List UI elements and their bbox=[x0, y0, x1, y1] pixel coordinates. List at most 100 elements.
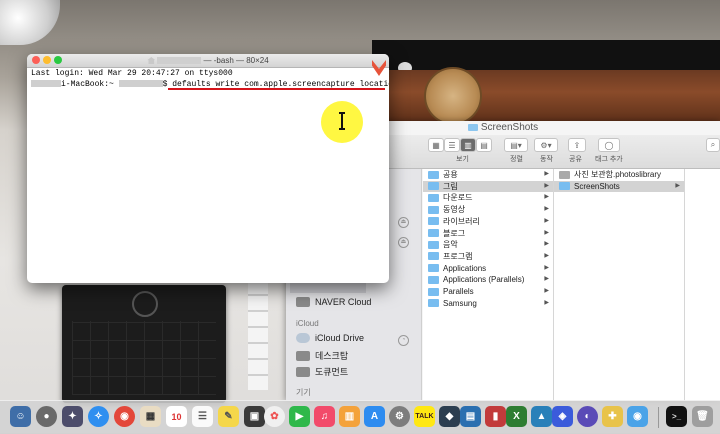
action-button[interactable]: ⚙▾ bbox=[534, 138, 558, 152]
finder-icon[interactable]: ☺ bbox=[10, 406, 31, 427]
ibooks-icon[interactable]: ▥ bbox=[339, 406, 360, 427]
drawing-tablet bbox=[62, 285, 226, 403]
list-item[interactable]: 그림 ▶ bbox=[423, 180, 553, 192]
search-button[interactable]: ⌕ bbox=[706, 138, 720, 152]
icon-view-button[interactable]: ▦ bbox=[428, 138, 444, 152]
app-store-icon[interactable]: A bbox=[364, 406, 385, 427]
chevron-right-icon: ▶ bbox=[544, 217, 549, 224]
kakaotalk-icon[interactable]: TALK bbox=[414, 406, 435, 427]
kakaotalk-label: TALK bbox=[415, 413, 434, 420]
notes-icon[interactable]: ✎ bbox=[218, 406, 239, 427]
terminal-output[interactable]: Last login: Wed Mar 29 20:47:27 on ttys0… bbox=[31, 69, 389, 90]
list-item-label: 음악 bbox=[443, 240, 458, 250]
list-view-button[interactable]: ☰ bbox=[444, 138, 460, 152]
chevron-right-icon: ▶ bbox=[544, 171, 549, 177]
calendar-icon[interactable]: 10 bbox=[166, 406, 187, 427]
app-icon[interactable]: ◐ bbox=[577, 406, 598, 427]
chevron-right-icon: ▶ bbox=[675, 182, 680, 189]
share-label: 공유 bbox=[569, 156, 582, 163]
photos-library-icon bbox=[559, 170, 570, 179]
share-button[interactable]: ⇪ bbox=[568, 138, 586, 152]
list-item[interactable]: 음악 ▶ bbox=[423, 239, 553, 250]
sidebar-item-label: iCloud Drive bbox=[315, 333, 365, 343]
folder-icon bbox=[296, 297, 310, 307]
list-item-label: Parallels bbox=[443, 287, 474, 296]
app-icon[interactable]: ◉ bbox=[627, 406, 648, 427]
list-item[interactable]: Samsung ▶ bbox=[423, 298, 553, 309]
app-icon[interactable]: ▣ bbox=[244, 406, 265, 427]
contacts-icon[interactable]: ▦ bbox=[140, 406, 161, 427]
keyboard bbox=[248, 280, 268, 390]
siri-icon[interactable]: ● bbox=[36, 406, 57, 427]
safari-icon[interactable]: ✧ bbox=[88, 406, 109, 427]
list-item-label: 그림 bbox=[443, 181, 458, 191]
chevron-right-icon: ▶ bbox=[544, 252, 549, 259]
sidebar-item-documents[interactable]: 도큐먼트 bbox=[296, 365, 348, 378]
redacted-username bbox=[157, 57, 202, 64]
zoom-button[interactable] bbox=[54, 56, 62, 64]
itunes-icon[interactable]: ♫ bbox=[314, 406, 335, 427]
terminal-window[interactable]: — -bash — 80×24 Last login: Wed Mar 29 2… bbox=[27, 54, 389, 283]
terminal-icon[interactable]: >_ bbox=[666, 406, 687, 427]
trash-icon[interactable]: 🗑 bbox=[692, 406, 713, 427]
command-highlight-underline bbox=[168, 88, 385, 90]
folder-icon bbox=[428, 182, 439, 191]
app-icon[interactable]: ▮ bbox=[485, 406, 506, 427]
app-icon[interactable]: ▤ bbox=[460, 406, 481, 427]
sidebar-item-naver-cloud[interactable]: NAVER Cloud bbox=[296, 297, 371, 307]
system-preferences-icon[interactable]: ⚙ bbox=[389, 406, 410, 427]
arrange-label: 정렬 bbox=[510, 156, 523, 163]
minimize-button[interactable] bbox=[43, 56, 51, 64]
sidebar-item-icloud-drive[interactable]: iCloud Drive bbox=[296, 333, 364, 343]
folder-icon bbox=[467, 124, 478, 131]
column-view-button[interactable]: ▥ bbox=[460, 138, 476, 152]
close-button[interactable] bbox=[32, 56, 40, 64]
list-item[interactable]: 라이브러리 ▶ bbox=[423, 216, 553, 227]
list-item[interactable]: 다운로드 ▶ bbox=[423, 192, 553, 203]
dock-separator bbox=[658, 407, 659, 428]
sidebar-item-desktop[interactable]: 데스크탑 bbox=[296, 349, 348, 362]
calendar-day: 10 bbox=[171, 411, 182, 422]
chevron-right-icon: ▶ bbox=[544, 229, 549, 236]
list-item-label: 다운로드 bbox=[443, 193, 473, 203]
list-item[interactable]: 공용 ▶ bbox=[423, 169, 553, 180]
chrome-icon[interactable]: ◉ bbox=[114, 406, 135, 427]
gallery-view-button[interactable]: ▤ bbox=[476, 138, 492, 152]
list-item[interactable]: Applications ▶ bbox=[423, 263, 553, 274]
reminders-icon[interactable]: ☰ bbox=[192, 406, 213, 427]
excel-icon[interactable]: X bbox=[506, 406, 527, 427]
list-item[interactable]: Applications (Parallels) ▶ bbox=[423, 274, 553, 285]
sidebar-heading-devices: 기기 bbox=[296, 388, 311, 397]
keynote-icon[interactable]: ▲ bbox=[531, 406, 552, 427]
finder-column-2: 사진 보관함.photoslibrary ScreenShots ▶ bbox=[554, 169, 685, 401]
list-item-label: Samsung bbox=[443, 298, 477, 308]
cloud-icon bbox=[296, 333, 310, 343]
arrange-button[interactable]: ▤▾ bbox=[504, 138, 528, 152]
eject-icon[interactable]: ⏏ bbox=[398, 237, 409, 248]
app-icon[interactable]: ◈ bbox=[552, 406, 573, 427]
facetime-icon[interactable]: ▶ bbox=[289, 406, 310, 427]
list-item[interactable]: 사진 보관함.photoslibrary bbox=[554, 169, 684, 180]
app-icon[interactable]: ◆ bbox=[439, 406, 460, 427]
launchpad-icon[interactable]: ✦ bbox=[62, 406, 83, 427]
redacted-host bbox=[31, 80, 61, 87]
list-item[interactable]: 블로그 ▶ bbox=[423, 228, 553, 239]
photos-icon[interactable]: ✿ bbox=[264, 406, 285, 427]
home-icon bbox=[147, 57, 156, 64]
dock: ☺ ● ✦ ✧ ◉ ▦ 10 ☰ ✎ ▣ ✿ ▶ ♫ ▥ A ⚙ TALK ◆ … bbox=[0, 400, 720, 434]
list-item[interactable]: 동영상 ▶ bbox=[423, 204, 553, 215]
list-item-label: 공용 bbox=[443, 170, 458, 179]
list-item[interactable]: ScreenShots ▶ bbox=[554, 180, 684, 192]
sidebar-item-label: 데스크탑 bbox=[315, 351, 349, 361]
tags-button[interactable]: ◯ bbox=[598, 138, 620, 152]
eject-icon[interactable]: ⏏ bbox=[398, 217, 409, 228]
app-icon[interactable]: ✚ bbox=[602, 406, 623, 427]
list-item-label: 블로그 bbox=[443, 228, 466, 238]
chevron-right-icon: ▶ bbox=[544, 299, 549, 306]
finder-column-3 bbox=[685, 169, 720, 401]
list-item[interactable]: 프로그램 ▶ bbox=[423, 251, 553, 262]
list-item[interactable]: Parallels ▶ bbox=[423, 286, 553, 297]
list-item-label: 사진 보관함.photoslibrary bbox=[574, 170, 662, 179]
chevron-right-icon: ▶ bbox=[544, 264, 549, 271]
folder-icon bbox=[428, 299, 439, 308]
